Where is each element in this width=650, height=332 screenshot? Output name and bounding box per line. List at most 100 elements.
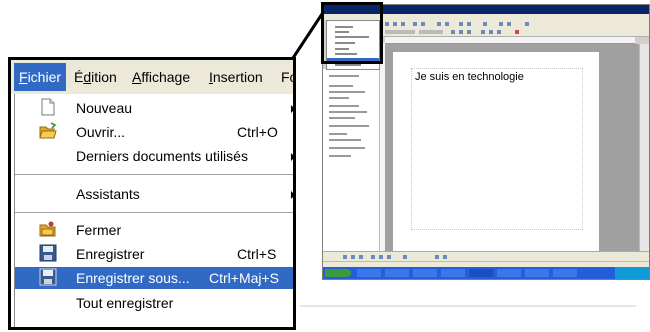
panel-line xyxy=(329,85,353,87)
toolbar-icon[interactable] xyxy=(445,22,449,26)
document-page[interactable]: Je suis en technologie xyxy=(393,52,599,251)
menu-item-label: Derniers documents utilisés xyxy=(76,148,248,164)
menu-separator xyxy=(15,212,293,213)
font-color-icon[interactable] xyxy=(515,30,519,34)
toolbar-icon[interactable] xyxy=(387,255,391,259)
menu-edition-mnemonic: d xyxy=(83,69,92,85)
toolbar-icon[interactable] xyxy=(443,255,447,259)
menu-fichier-mnemonic: F xyxy=(19,69,28,85)
menu-item-shortcut: Ctrl+S xyxy=(237,246,277,262)
menu-item-nouveau[interactable]: Nouveau xyxy=(15,97,293,119)
submenu-arrow-icon xyxy=(291,153,293,161)
toolbar-icon[interactable] xyxy=(403,255,407,259)
standard-toolbar xyxy=(379,20,649,28)
toolbar-icon[interactable] xyxy=(489,30,493,34)
menu-item-label: Tout enregistrer xyxy=(76,295,174,311)
start-button[interactable] xyxy=(325,269,351,277)
toolbar-icon[interactable] xyxy=(497,30,501,34)
panel-line xyxy=(329,147,365,149)
menu-fichier-rest: ichier xyxy=(27,69,62,85)
menu-item-label: Ouvrir... xyxy=(76,124,126,140)
file-dropdown-menu: Nouveau Ouvrir... Ctrl+O Derniers docume… xyxy=(14,94,293,327)
font-selector[interactable] xyxy=(419,30,443,34)
panel-line xyxy=(329,155,351,157)
menu-insertion[interactable]: Insertion xyxy=(209,69,263,85)
taskbar-button[interactable] xyxy=(357,269,381,277)
menu-bar: Fichier Édition Affichage Insertion Fo xyxy=(11,60,293,94)
toolbar-icon[interactable] xyxy=(499,22,503,26)
save-floppy-icon xyxy=(39,244,57,262)
toolbar-icon[interactable] xyxy=(371,255,375,259)
menu-item-label: Nouveau xyxy=(76,100,133,116)
toolbar-icon[interactable] xyxy=(351,255,355,259)
menu-item-enregistrer[interactable]: Enregistrer Ctrl+S xyxy=(15,243,293,265)
toolbar-icon[interactable] xyxy=(385,22,389,26)
toolbar-icon[interactable] xyxy=(393,22,397,26)
toolbar-icon[interactable] xyxy=(525,22,529,26)
toolbar-icon[interactable] xyxy=(451,30,455,34)
menu-format[interactable]: Fo xyxy=(281,69,293,85)
taskbar-button[interactable] xyxy=(385,269,409,277)
panel-line xyxy=(329,105,359,107)
menu-separator xyxy=(15,174,293,175)
menu-item-label: Fermer xyxy=(76,222,122,238)
taskbar-button[interactable] xyxy=(413,269,437,277)
style-selector[interactable] xyxy=(385,30,415,34)
menu-edition-pre: É xyxy=(74,69,84,85)
menu-item-label: Enregistrer xyxy=(76,246,145,262)
panel-line xyxy=(329,117,355,119)
menu-item-tout-enregistrer[interactable]: Tout enregistrer xyxy=(15,292,293,314)
mini-menu-line xyxy=(335,64,361,66)
thumbnail-side-panel xyxy=(323,69,380,251)
toolbar-icon[interactable] xyxy=(459,30,463,34)
toolbar-icon[interactable] xyxy=(343,255,347,259)
open-folder-icon xyxy=(39,122,57,139)
toolbar-icon[interactable] xyxy=(379,255,383,259)
menu-affichage-mnemonic: A xyxy=(132,69,142,85)
menu-item-ouvrir[interactable]: Ouvrir... Ctrl+O xyxy=(15,121,293,143)
toolbar-icon[interactable] xyxy=(437,22,441,26)
new-document-icon xyxy=(41,98,55,116)
submenu-arrow-icon xyxy=(291,191,293,199)
menu-edition-rest: ition xyxy=(91,69,117,85)
menu-item-shortcut: Ctrl+Maj+S xyxy=(209,270,280,286)
menu-fichier[interactable]: Fichier xyxy=(14,63,67,91)
vertical-scrollbar[interactable] xyxy=(639,44,649,251)
menu-affichage[interactable]: Affichage xyxy=(132,69,190,85)
panel-line xyxy=(329,91,365,93)
toolbar-icon[interactable] xyxy=(459,22,463,26)
taskbar-button[interactable] xyxy=(553,269,577,277)
taskbar-button[interactable] xyxy=(525,269,549,277)
toolbar-icon[interactable] xyxy=(481,30,485,34)
menu-item-enregistrer-sous[interactable]: Enregistrer sous... Ctrl+Maj+S xyxy=(15,267,293,289)
toolbar-icon[interactable] xyxy=(359,255,363,259)
toolbar-icon[interactable] xyxy=(421,22,425,26)
taskbar-button[interactable] xyxy=(441,269,465,277)
horizontal-ruler xyxy=(385,37,635,44)
document-text[interactable]: Je suis en technologie xyxy=(415,71,524,83)
panel-line xyxy=(329,75,359,77)
menu-insertion-rest: nsertion xyxy=(212,69,263,85)
toolbar-icon[interactable] xyxy=(467,30,471,34)
menu-item-assistants[interactable]: Assistants xyxy=(15,183,293,205)
toolbar-icon[interactable] xyxy=(507,22,511,26)
taskbar-button[interactable] xyxy=(469,269,493,277)
toolbar-icon[interactable] xyxy=(435,255,439,259)
menu-item-label: Assistants xyxy=(76,186,140,202)
text-boundary xyxy=(411,68,583,230)
formatting-toolbar xyxy=(379,28,649,37)
system-tray xyxy=(615,267,649,279)
taskbar-button[interactable] xyxy=(497,269,521,277)
menu-item-shortcut: Ctrl+O xyxy=(237,124,278,140)
menu-item-fermer[interactable]: Fermer xyxy=(15,219,293,241)
toolbar-icon[interactable] xyxy=(483,22,487,26)
toolbar-icon[interactable] xyxy=(401,22,405,26)
menu-item-label: Enregistrer sous... xyxy=(76,270,190,286)
panel-line xyxy=(329,125,369,127)
save-as-floppy-icon xyxy=(39,268,57,286)
toolbar-icon[interactable] xyxy=(413,22,417,26)
menu-edition[interactable]: Édition xyxy=(74,69,117,85)
menu-affichage-rest: ffichage xyxy=(141,69,191,85)
menu-item-recent-documents[interactable]: Derniers documents utilisés xyxy=(15,145,293,167)
toolbar-icon[interactable] xyxy=(467,22,471,26)
